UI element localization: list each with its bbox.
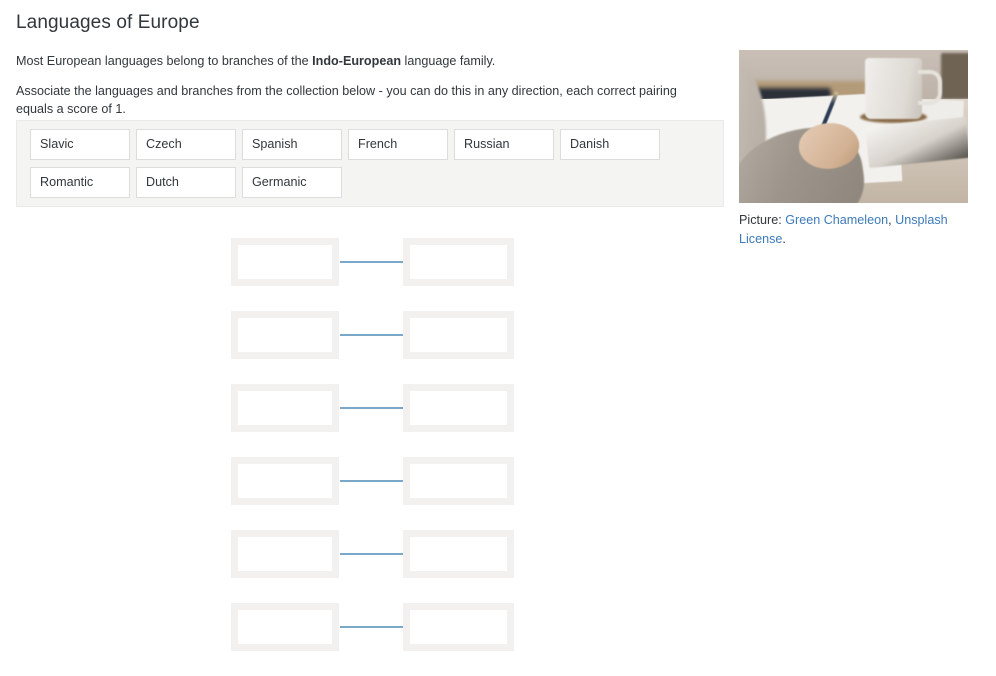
match-row — [0, 457, 740, 505]
word-chip-label: Romantic — [40, 176, 93, 189]
drop-zone-left[interactable] — [231, 384, 339, 432]
word-chip[interactable]: French — [348, 129, 448, 160]
match-row — [0, 311, 740, 359]
word-chip[interactable]: Russian — [454, 129, 554, 160]
picture-column: Picture: Green Chameleon, Unsplash Licen… — [739, 50, 968, 249]
content-column: Languages of Europe Most European langua… — [0, 0, 740, 666]
connector-line — [340, 261, 403, 263]
drop-zone-right[interactable] — [403, 530, 514, 578]
drop-zone-left-value — [238, 245, 332, 279]
drop-zone-right-value — [410, 537, 507, 571]
picture-caption: Picture: Green Chameleon, Unsplash Licen… — [739, 211, 968, 249]
word-chip[interactable]: Romantic — [30, 167, 130, 198]
drop-zone-left-value — [238, 391, 332, 425]
intro-paragraph-2: Associate the languages and branches fro… — [16, 82, 716, 118]
word-chip[interactable]: Czech — [136, 129, 236, 160]
drop-zone-left[interactable] — [231, 457, 339, 505]
drop-zone-right-value — [410, 610, 507, 644]
caption-prefix: Picture: — [739, 213, 785, 227]
drop-zone-left[interactable] — [231, 311, 339, 359]
drop-zone-left-value — [238, 318, 332, 352]
illustration-image — [739, 50, 968, 203]
match-row — [0, 238, 740, 286]
connector-line — [340, 334, 403, 336]
drop-zone-right-value — [410, 464, 507, 498]
picture-author-link[interactable]: Green Chameleon — [785, 213, 888, 227]
word-chip-label: Czech — [146, 138, 182, 151]
photo-chair — [941, 53, 968, 99]
word-bank-container: Slavic Czech Spanish French Russian Dani… — [16, 120, 724, 207]
matching-area — [0, 238, 740, 676]
word-chip-label: Danish — [570, 138, 609, 151]
word-chip[interactable]: Slavic — [30, 129, 130, 160]
word-chip-label: Germanic — [252, 176, 307, 189]
drop-zone-right[interactable] — [403, 311, 514, 359]
drop-zone-right[interactable] — [403, 384, 514, 432]
caption-suffix: . — [782, 232, 786, 246]
drop-zone-right[interactable] — [403, 603, 514, 651]
drop-zone-right-value — [410, 245, 507, 279]
match-row — [0, 603, 740, 651]
word-bank-items: Slavic Czech Spanish French Russian Dani… — [30, 129, 723, 205]
match-row — [0, 530, 740, 578]
intro-paragraph-1: Most European languages belong to branch… — [16, 52, 716, 70]
word-chip[interactable]: Spanish — [242, 129, 342, 160]
page-title: Languages of Europe — [16, 10, 200, 36]
drop-zone-left-value — [238, 537, 332, 571]
drop-zone-left-value — [238, 610, 332, 644]
connector-line — [340, 407, 403, 409]
photo-mug-handle — [918, 70, 943, 106]
drop-zone-right[interactable] — [403, 238, 514, 286]
word-chip-label: French — [358, 138, 397, 151]
drop-zone-left-value — [238, 464, 332, 498]
drop-zone-right-value — [410, 391, 507, 425]
drop-zone-left[interactable] — [231, 238, 339, 286]
match-row — [0, 384, 740, 432]
word-chip-label: Dutch — [146, 176, 179, 189]
photo-coffee-mug — [865, 58, 922, 119]
word-chip-label: Slavic — [40, 138, 74, 151]
word-chip[interactable]: Germanic — [242, 167, 342, 198]
intro-strong-term: Indo-European — [312, 54, 401, 68]
intro-text-before: Most European languages belong to branch… — [16, 54, 312, 68]
word-chip-label: Spanish — [252, 138, 298, 151]
drop-zone-right[interactable] — [403, 457, 514, 505]
drop-zone-left[interactable] — [231, 530, 339, 578]
connector-line — [340, 626, 403, 628]
connector-line — [340, 480, 403, 482]
connector-line — [340, 553, 403, 555]
word-chip-label: Russian — [464, 138, 510, 151]
word-chip[interactable]: Dutch — [136, 167, 236, 198]
drop-zone-right-value — [410, 318, 507, 352]
drop-zone-left[interactable] — [231, 603, 339, 651]
intro-text-after: language family. — [401, 54, 495, 68]
word-chip[interactable]: Danish — [560, 129, 660, 160]
